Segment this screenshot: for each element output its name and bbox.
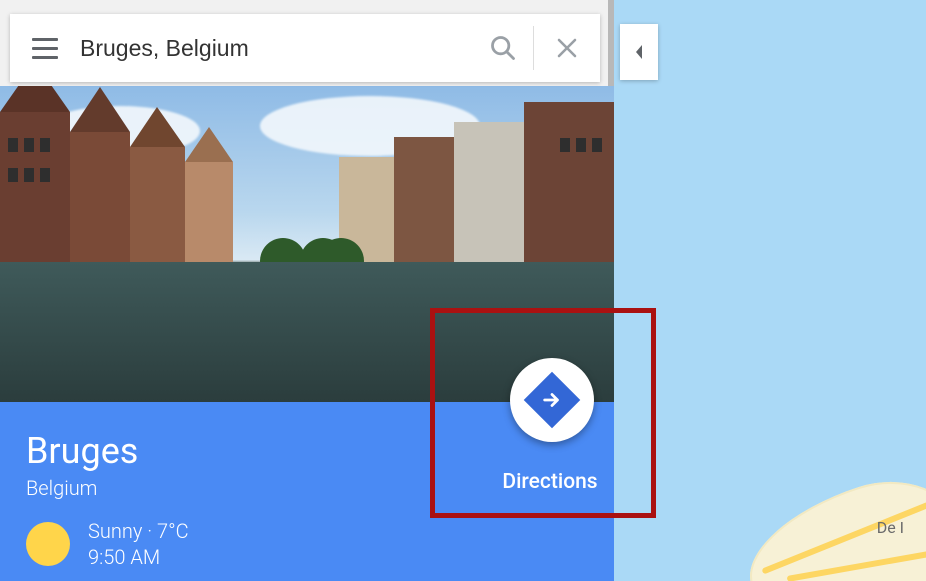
close-icon	[555, 36, 579, 60]
weather-time: 9:50 AM	[88, 544, 189, 570]
directions-button[interactable]	[510, 358, 594, 442]
chevron-left-icon	[632, 43, 646, 61]
weather-row: Sunny · 7°C 9:50 AM	[26, 518, 588, 570]
directions-label: Directions	[480, 470, 620, 494]
clear-search-button[interactable]	[534, 14, 600, 82]
search-bar	[10, 14, 600, 82]
search-button[interactable]	[473, 14, 533, 82]
search-icon	[489, 34, 517, 62]
menu-button[interactable]	[10, 14, 80, 82]
place-photo[interactable]	[0, 86, 614, 402]
sunny-icon	[26, 522, 70, 566]
search-input[interactable]	[80, 35, 473, 62]
place-title: Bruges	[26, 430, 588, 472]
directions-icon	[524, 372, 581, 429]
menu-icon	[32, 35, 58, 62]
weather-condition-temp: Sunny · 7°C	[88, 518, 189, 544]
app-root: De I	[0, 0, 926, 581]
map-place-label: De I	[877, 518, 904, 537]
side-panel: Bruges Belgium Sunny · 7°C 9:50 AM Direc…	[0, 0, 614, 581]
collapse-panel-button[interactable]	[620, 24, 658, 80]
